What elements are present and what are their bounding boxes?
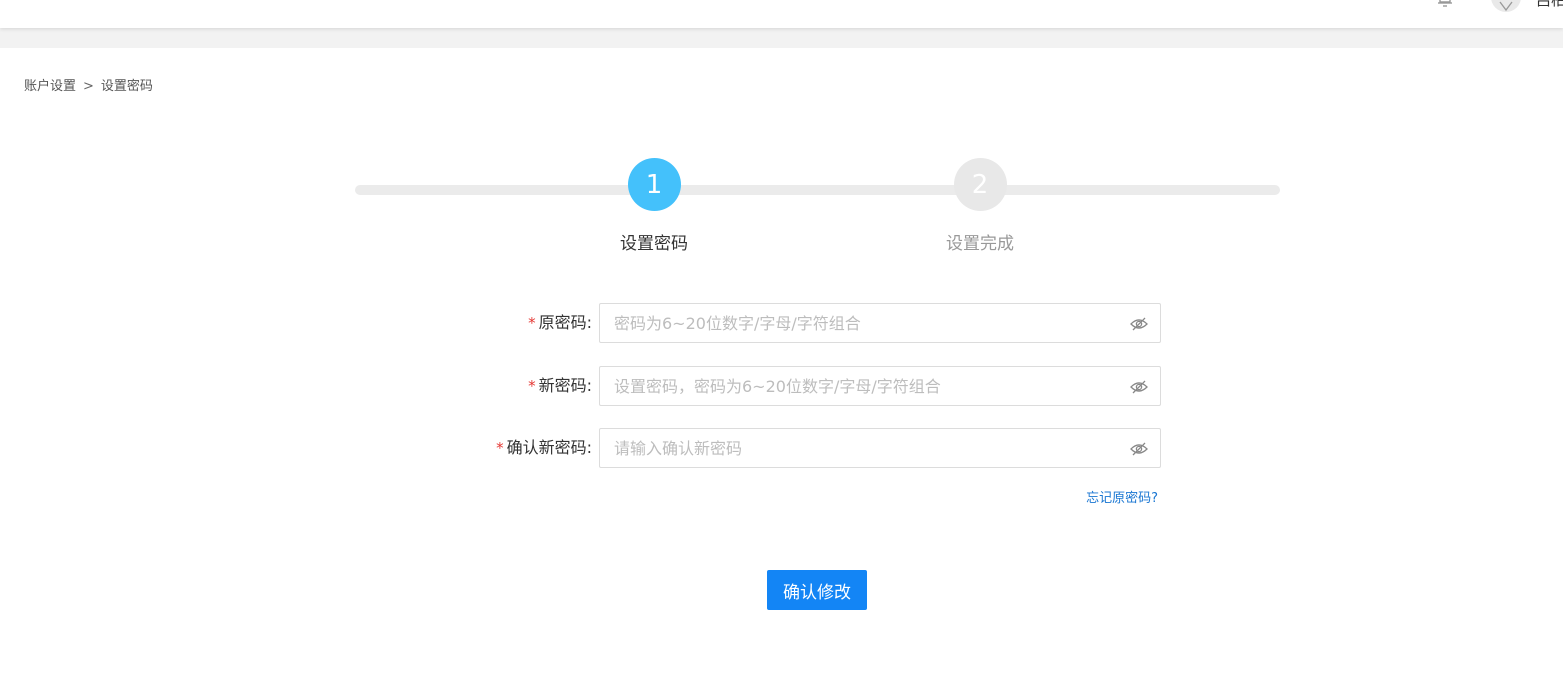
- step-2-label: 设置完成: [946, 234, 1014, 254]
- old-password-field: [599, 303, 1161, 343]
- confirm-password-input[interactable]: [600, 429, 1100, 467]
- new-password-field: [599, 366, 1161, 406]
- progress-steps: 1 设置密码 2 设置完成: [355, 158, 1280, 258]
- eye-off-icon[interactable]: [1130, 440, 1148, 458]
- step-1-number: 1: [645, 169, 663, 200]
- eye-off-icon[interactable]: [1130, 315, 1148, 333]
- breadcrumb-current: 设置密码: [100, 79, 153, 94]
- required-mark: *: [528, 314, 536, 332]
- required-mark: *: [496, 439, 504, 457]
- steps-track: [355, 185, 1280, 195]
- step-2-number: 2: [971, 169, 989, 200]
- new-password-label-text: 新密码:: [538, 376, 592, 395]
- confirm-password-field: [599, 428, 1161, 468]
- step-1: 1 设置密码: [584, 158, 724, 254]
- breadcrumb-parent[interactable]: 账户设置: [24, 79, 76, 94]
- required-mark: *: [528, 377, 536, 395]
- breadcrumb: 账户设置 > 设置密码: [24, 75, 153, 94]
- old-password-row: * 原密码:: [0, 303, 1563, 343]
- confirm-password-label-text: 确认新密码:: [506, 438, 592, 457]
- confirm-password-row: * 确认新密码:: [0, 428, 1563, 468]
- old-password-label-text: 原密码:: [538, 313, 592, 332]
- bell-icon[interactable]: [1436, 0, 1454, 10]
- confirm-change-button[interactable]: 确认修改: [767, 570, 867, 610]
- header-username[interactable]: 吕柏: [1536, 0, 1563, 8]
- new-password-input[interactable]: [600, 367, 1100, 405]
- breadcrumb-separator: >: [83, 79, 94, 94]
- forgot-password-link[interactable]: 忘记原密码?: [1086, 487, 1158, 506]
- old-password-input[interactable]: [600, 304, 1100, 342]
- step-2-circle: 2: [953, 158, 1007, 211]
- step-1-label: 设置密码: [620, 234, 688, 254]
- top-header-bar: 吕柏: [0, 0, 1563, 28]
- header-divider-strip: [0, 28, 1563, 48]
- step-1-circle: 1: [627, 158, 681, 211]
- step-2: 2 设置完成: [910, 158, 1050, 254]
- old-password-label: * 原密码:: [528, 303, 592, 343]
- new-password-row: * 新密码:: [0, 366, 1563, 406]
- eye-off-icon[interactable]: [1130, 378, 1148, 396]
- new-password-label: * 新密码:: [528, 366, 592, 406]
- confirm-password-label: * 确认新密码:: [496, 428, 592, 468]
- user-avatar-icon[interactable]: [1491, 0, 1521, 12]
